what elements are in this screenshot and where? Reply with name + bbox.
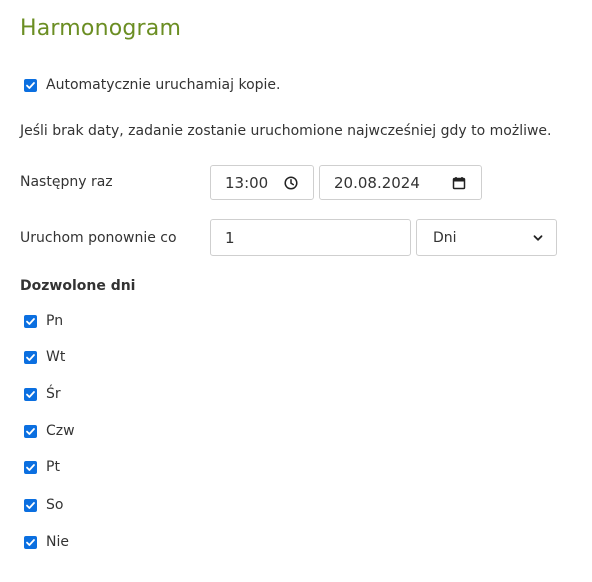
allowed-days-title: Dozwolone dni	[20, 278, 136, 294]
repeat-interval-value: 1	[225, 228, 235, 247]
day-row-czw[interactable]: Czw	[24, 423, 75, 439]
day-label: So	[46, 497, 64, 513]
day-row-pn[interactable]: Pn	[24, 313, 63, 329]
day-label: Nie	[46, 534, 69, 550]
checkmark-icon	[26, 317, 35, 325]
day-label: Pt	[46, 459, 60, 475]
info-text: Jeśli brak daty, zadanie zostanie urucho…	[20, 123, 552, 139]
next-run-label: Następny raz	[20, 174, 113, 190]
page-title: Harmonogram	[20, 16, 182, 41]
time-value: 13:00	[225, 173, 269, 192]
checkmark-icon	[26, 501, 35, 509]
repeat-label: Uruchom ponownie co	[20, 230, 177, 246]
day-checkbox-so[interactable]	[24, 498, 37, 512]
repeat-unit-value: Dni	[433, 229, 457, 246]
day-label: Śr	[46, 386, 61, 402]
repeat-unit-select[interactable]: Dni	[416, 219, 557, 256]
auto-run-label: Automatycznie uruchamiaj kopie.	[46, 77, 281, 93]
day-row-wt[interactable]: Wt	[24, 349, 65, 365]
day-row-so[interactable]: So	[24, 497, 63, 513]
chevron-down-icon	[530, 230, 546, 246]
date-value: 20.08.2024	[334, 173, 420, 192]
auto-run-checkbox[interactable]	[24, 78, 37, 92]
repeat-interval-input[interactable]: 1	[210, 219, 411, 256]
day-checkbox-wt[interactable]	[24, 350, 37, 364]
checkmark-icon	[26, 81, 35, 89]
calendar-icon[interactable]	[451, 175, 467, 191]
checkmark-icon	[26, 427, 35, 435]
clock-icon[interactable]	[283, 175, 299, 191]
auto-run-row[interactable]: Automatycznie uruchamiaj kopie.	[24, 77, 280, 93]
checkmark-icon	[26, 538, 35, 546]
day-checkbox-pn[interactable]	[24, 314, 37, 328]
day-label: Czw	[46, 423, 75, 439]
day-checkbox-pt[interactable]	[24, 460, 37, 474]
day-label: Wt	[46, 349, 66, 365]
time-input[interactable]: 13:00	[210, 165, 314, 200]
day-checkbox-czw[interactable]	[24, 424, 37, 438]
checkmark-icon	[26, 390, 35, 398]
day-checkbox-nie[interactable]	[24, 535, 37, 549]
checkmark-icon	[26, 463, 35, 471]
date-input[interactable]: 20.08.2024	[319, 165, 482, 200]
day-row-nie[interactable]: Nie	[24, 534, 69, 550]
day-label: Pn	[46, 313, 64, 329]
day-row-pt[interactable]: Pt	[24, 459, 60, 475]
day-row-sr[interactable]: Śr	[24, 386, 61, 402]
checkmark-icon	[26, 353, 35, 361]
day-checkbox-sr[interactable]	[24, 387, 37, 401]
